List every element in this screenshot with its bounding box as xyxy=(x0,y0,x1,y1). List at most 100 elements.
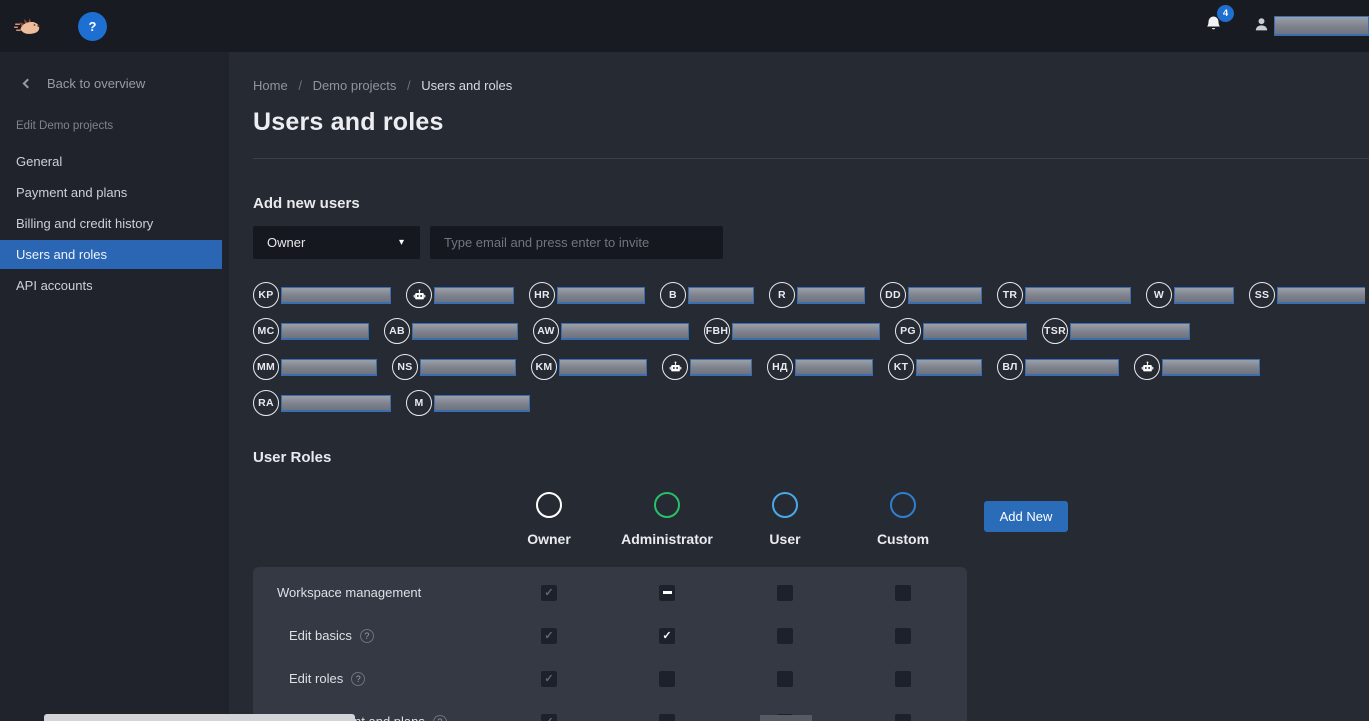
role-label-custom: Custom xyxy=(877,531,929,547)
permission-checkbox-unchecked[interactable] xyxy=(777,628,793,644)
sidebar-item-billing-and-credit-history[interactable]: Billing and credit history xyxy=(0,209,222,238)
help-question-icon[interactable]: ? xyxy=(433,715,447,721)
permission-checkbox-unchecked[interactable] xyxy=(895,714,911,721)
user-avatar: НД xyxy=(767,354,793,380)
member-item[interactable]: KM xyxy=(531,354,647,380)
member-item[interactable]: KT xyxy=(888,354,982,380)
checkbox-cell xyxy=(844,585,962,601)
member-item[interactable]: TSR xyxy=(1042,318,1190,344)
members-row: KP HR BR DD TR W SS xyxy=(253,277,1365,313)
member-item[interactable]: R xyxy=(769,282,865,308)
add-new-role-button[interactable]: Add New xyxy=(984,501,1068,532)
permission-checkbox-unchecked[interactable] xyxy=(659,714,675,721)
member-item[interactable]: PG xyxy=(895,318,1027,344)
add-users-heading: Add new users xyxy=(253,195,1369,212)
user-menu[interactable] xyxy=(1253,15,1369,38)
permission-checkbox-checked-muted[interactable]: ✓ xyxy=(541,671,557,687)
member-item[interactable]: KP xyxy=(253,282,391,308)
permission-checkbox-checked-muted[interactable]: ✓ xyxy=(541,585,557,601)
permission-row: Edit payment and plans?✓ xyxy=(253,700,967,721)
checkbox-cell xyxy=(608,714,726,721)
permission-checkbox-unchecked[interactable] xyxy=(895,628,911,644)
permission-checkbox-unchecked[interactable] xyxy=(895,585,911,601)
member-item[interactable] xyxy=(406,282,514,308)
permission-label: Edit basics? xyxy=(253,628,490,643)
breadcrumb-home[interactable]: Home xyxy=(253,78,288,93)
hedgehog-logo-icon[interactable] xyxy=(14,14,44,38)
member-item[interactable]: MC xyxy=(253,318,369,344)
page-title: Users and roles xyxy=(253,108,1369,137)
administrator-role-circle-icon xyxy=(654,492,680,518)
user-avatar: FBH xyxy=(704,318,730,344)
sidebar-item-api-accounts[interactable]: API accounts xyxy=(0,271,222,300)
user-avatar: KP xyxy=(253,282,279,308)
member-name-redacted xyxy=(412,323,518,340)
user-icon xyxy=(1253,15,1270,38)
sidebar-item-users-and-roles[interactable]: Users and roles xyxy=(0,240,222,269)
breadcrumb-demo-projects[interactable]: Demo projects xyxy=(313,78,397,93)
member-name-redacted xyxy=(434,287,514,304)
notifications-button[interactable]: 4 xyxy=(1204,14,1223,39)
member-item[interactable]: RA xyxy=(253,390,391,416)
permission-label: Edit roles? xyxy=(253,671,490,686)
user-roles-heading: User Roles xyxy=(253,449,1369,466)
invite-email-input[interactable] xyxy=(430,226,723,259)
member-item[interactable]: DD xyxy=(880,282,982,308)
permission-checkbox-checked-muted[interactable]: ✓ xyxy=(541,628,557,644)
member-name-redacted xyxy=(908,287,982,304)
member-item[interactable]: AB xyxy=(384,318,518,344)
member-name-redacted xyxy=(1162,359,1260,376)
member-item[interactable]: SS xyxy=(1249,282,1365,308)
permission-checkbox-unchecked[interactable] xyxy=(895,671,911,687)
member-item[interactable]: MM xyxy=(253,354,377,380)
member-item[interactable] xyxy=(1134,354,1260,380)
help-button[interactable]: ? xyxy=(78,12,107,41)
sidebar-item-payment-and-plans[interactable]: Payment and plans xyxy=(0,178,222,207)
checkbox-cell: ✓ xyxy=(490,585,608,601)
role-label-owner: Owner xyxy=(527,531,571,547)
member-item[interactable]: ВЛ xyxy=(997,354,1119,380)
member-item[interactable]: B xyxy=(660,282,754,308)
member-item[interactable] xyxy=(662,354,752,380)
chevron-left-icon xyxy=(23,79,33,89)
role-select[interactable]: Owner ▾ xyxy=(253,226,420,259)
horizontal-scrollbar-fragment[interactable] xyxy=(760,715,812,721)
permission-checkbox-unchecked[interactable] xyxy=(659,671,675,687)
permission-checkbox-unchecked[interactable] xyxy=(777,671,793,687)
member-item[interactable]: M xyxy=(406,390,530,416)
sidebar-item-general[interactable]: General xyxy=(0,147,222,176)
member-item[interactable]: AW xyxy=(533,318,689,344)
member-item[interactable]: НД xyxy=(767,354,873,380)
help-question-icon[interactable]: ? xyxy=(360,629,374,643)
member-name-redacted xyxy=(797,287,865,304)
members-row: MC AB AW FBH PG TSR xyxy=(253,313,1365,349)
role-columns-header: Owner Administrator User Custom Add New xyxy=(253,492,1369,547)
checkbox-cell xyxy=(726,628,844,644)
sidebar-nav: General Payment and plans Billing and cr… xyxy=(0,147,229,300)
permission-checkbox-indeterminate[interactable] xyxy=(659,585,675,601)
permission-checkbox-checked[interactable]: ✓ xyxy=(659,628,675,644)
back-to-overview-link[interactable]: Back to overview xyxy=(0,52,229,91)
back-label: Back to overview xyxy=(47,76,145,91)
permissions-table: Workspace management✓Edit basics?✓✓Edit … xyxy=(253,567,967,721)
checkbox-cell xyxy=(844,628,962,644)
member-item[interactable]: FBH xyxy=(704,318,880,344)
user-avatar: TSR xyxy=(1042,318,1068,344)
checkbox-cell xyxy=(844,671,962,687)
user-avatar: R xyxy=(769,282,795,308)
member-name-redacted xyxy=(690,359,752,376)
member-name-redacted xyxy=(916,359,982,376)
permission-checkbox-checked-muted[interactable]: ✓ xyxy=(541,714,557,721)
member-item[interactable]: W xyxy=(1146,282,1234,308)
member-name-redacted xyxy=(1025,287,1131,304)
help-question-icon[interactable]: ? xyxy=(351,672,365,686)
member-item[interactable]: HR xyxy=(529,282,645,308)
sidebar: Back to overview Edit Demo projects Gene… xyxy=(0,52,229,721)
member-item[interactable]: NS xyxy=(392,354,516,380)
user-avatar: TR xyxy=(997,282,1023,308)
members-row: MM NS KM НД KT ВЛ xyxy=(253,349,1365,385)
horizontal-scrollbar-thumb[interactable] xyxy=(44,714,355,721)
checkbox-cell xyxy=(844,714,962,721)
member-item[interactable]: TR xyxy=(997,282,1131,308)
permission-checkbox-unchecked[interactable] xyxy=(777,585,793,601)
